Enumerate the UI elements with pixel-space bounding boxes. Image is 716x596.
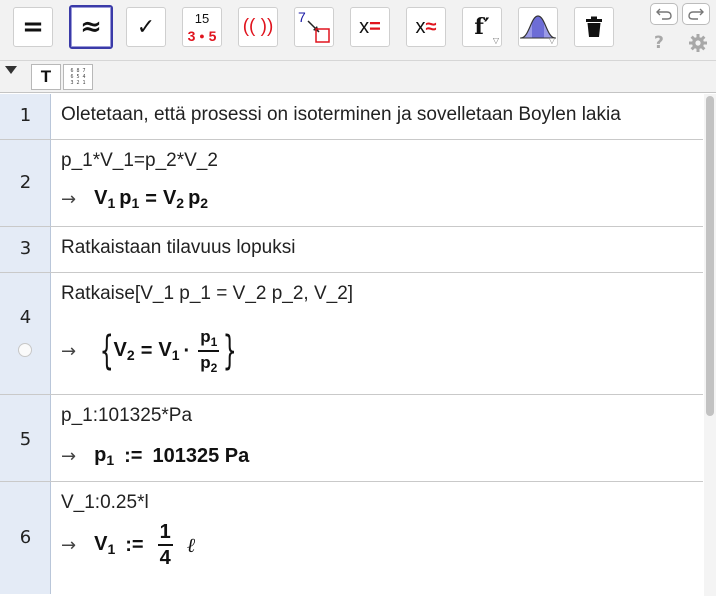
cas-output: → V1 := 1 4 ℓ [61,521,196,569]
undo-icon [656,8,672,20]
row-number: 3 [19,238,32,259]
output-arrow-icon: → [61,445,77,467]
output-arrow-icon: → [61,188,77,210]
cas-input[interactable]: Ratkaise[V_1 p_1 = V_2 p_2, V_2] [61,283,353,305]
help-icon[interactable]: ? [654,33,664,53]
text-style-button[interactable]: T [31,64,61,90]
redo-button[interactable] [682,3,710,25]
numeric-button[interactable]: ≈ [69,5,113,49]
cas-row-4[interactable]: 4 Ratkaise[V_1 p_1 = V_2 p_2, V_2] → { V… [0,273,703,395]
cas-cell[interactable]: Ratkaise[V_1 p_1 = V_2 p_2, V_2] → { V2 … [51,273,703,394]
solve-sym: = [369,15,381,38]
cas-output: → V1 p1 = V2 p2 [61,187,209,211]
row-number: 1 [19,105,32,126]
output-arrow-icon: → [61,340,77,362]
cas-input[interactable]: p_1:101325*Pa [61,405,192,427]
factor-left: 3 [187,27,196,44]
cas-cell[interactable]: V_1:0.25*l → V1 := 1 4 ℓ [51,482,703,594]
trash-icon [586,16,602,37]
factor-button[interactable]: 15 3 ● 5 [182,7,222,47]
row-header[interactable]: 6 [0,482,51,594]
cas-row-5[interactable]: 5 p_1:101325*Pa → p1 := 101325 Pa [0,395,703,482]
row-header[interactable]: 5 [0,395,51,481]
cas-cell[interactable]: p_1:101325*Pa → p1 := 101325 Pa [51,395,703,481]
delete-button[interactable] [574,7,614,47]
row-number: 4 [19,307,32,328]
substitute-button[interactable]: 7 [294,7,334,47]
cas-cell[interactable]: p_1*V_1=p_2*V_2 → V1 p1 = V2 p2 [51,140,703,226]
row-header[interactable]: 1 [0,94,51,139]
table-icon-line-3: 3 2 1 [70,80,86,86]
cas-cell[interactable]: Oletetaan, että prosessi on isoterminen … [51,94,703,139]
derivative-icon: f′ [474,14,490,40]
solve-num-var: x [415,15,426,38]
solve-numerically-button[interactable]: x≈ [406,7,446,47]
equals-icon: = [22,12,44,42]
cas-input[interactable]: V_1:0.25*l [61,492,149,514]
cas-input[interactable]: Oletetaan, että prosessi on isoterminen … [61,104,621,126]
row-number: 5 [19,429,32,450]
row-number: 6 [19,527,32,548]
row-number: 2 [19,172,32,193]
expand-button[interactable]: (( )) [238,7,278,47]
solve-button[interactable]: x= [350,7,390,47]
substitute-icon: 7 [295,8,333,46]
cas-output: → { V2 = V1 · p1 p2 } [61,327,237,375]
approx-icon: ≈ [80,12,102,42]
probability-button[interactable]: ▽ [518,7,558,47]
solve-var: x [359,15,370,38]
cas-toolbar: = ≈ ✓ 15 3 ● 5 (( )) 7 x= x≈ f′ ▽ ▽ ? [0,0,716,60]
cas-input[interactable]: p_1*V_1=p_2*V_2 [61,150,218,172]
cas-row-1[interactable]: 1 Oletetaan, että prosessi on isotermine… [0,94,703,140]
gear-icon[interactable] [688,33,708,53]
cas-row-2[interactable]: 2 p_1*V_1=p_2*V_2 → V1 p1 = V2 p2 [0,140,703,227]
visibility-toggle[interactable] [18,343,32,357]
derivative-button[interactable]: f′ ▽ [462,7,502,47]
cas-cell[interactable]: Ratkaistaan tilavuus lopuksi [51,227,703,272]
table-style-button[interactable]: 6 8 7 6 5 4 3 2 1 [63,64,93,90]
solve-num-sym: ≈ [425,15,437,38]
row-header[interactable]: 3 [0,227,51,272]
evaluate-button[interactable]: = [13,7,53,47]
check-icon: ✓ [136,14,156,40]
unit-symbol: ℓ [186,532,196,557]
cas-output: → p1 := 101325 Pa [61,444,250,468]
cas-row-6[interactable]: 6 V_1:0.25*l → V1 := 1 4 ℓ [0,482,703,594]
undo-button[interactable] [650,3,678,25]
cas-rows: 1 Oletetaan, että prosessi on isotermine… [0,94,703,594]
expand-icon: (( )) [242,16,274,37]
style-bar: T 6 8 7 6 5 4 3 2 1 [0,60,716,93]
dropdown-indicator-icon: ▽ [492,36,499,45]
text-style-label: T [40,67,52,86]
solve-numerically-icon: x≈ [416,16,437,39]
dropdown-indicator-icon: ▽ [548,36,555,45]
vertical-scrollbar[interactable] [704,94,716,596]
row-header[interactable]: 4 [0,273,51,394]
scrollbar-thumb[interactable] [706,96,714,416]
factor-right: 5 [208,27,217,44]
fraction-numerator: 1 [157,522,173,546]
redo-icon [688,8,704,20]
table-icon: 6 8 7 6 5 4 3 2 1 [70,68,85,86]
fraction-denominator: 4 [159,547,171,569]
cas-row-3[interactable]: 3 Ratkaistaan tilavuus lopuksi [0,227,703,273]
factor-icon: 15 3 ● 5 [187,10,217,44]
solve-icon: x= [359,16,381,39]
stylebar-toggle-icon[interactable] [4,65,18,75]
cas-input[interactable]: Ratkaistaan tilavuus lopuksi [61,237,295,259]
output-arrow-icon: → [61,534,77,556]
output-value: 101325 Pa [152,444,250,467]
keep-input-button[interactable]: ✓ [126,7,166,47]
factor-top: 15 [194,10,210,26]
row-header[interactable]: 2 [0,140,51,226]
